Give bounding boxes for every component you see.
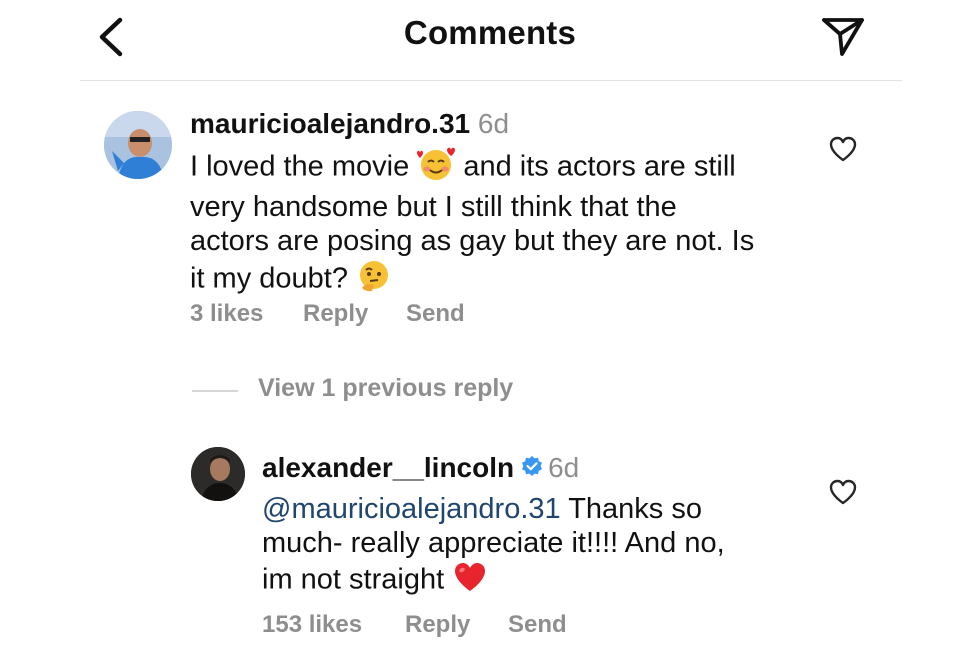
view-previous-reply-button[interactable]: View 1 previous reply <box>258 374 513 403</box>
red-heart-icon <box>452 560 488 602</box>
comment-line: im not straight <box>262 563 445 596</box>
avatar-photo <box>104 111 172 179</box>
view-replies-line <box>192 390 238 392</box>
comment-line: Thanks so <box>560 493 702 525</box>
comment-line: it my doubt? <box>190 262 348 295</box>
like-button[interactable] <box>828 478 858 506</box>
send-button[interactable]: Send <box>406 300 465 328</box>
header-divider <box>80 80 902 81</box>
like-count[interactable]: 153 likes <box>262 611 362 639</box>
smiling-face-with-hearts-icon <box>417 146 456 190</box>
comment-line: much- really appreciate it!!!! And no, <box>262 527 725 559</box>
direct-send-button[interactable] <box>818 12 868 60</box>
header: Comments <box>0 0 980 80</box>
send-button[interactable]: Send <box>508 611 567 639</box>
verified-badge-icon <box>520 454 544 486</box>
thinking-face-icon <box>356 258 392 302</box>
reply-text: @mauricioalejandro.31 Thanks so much- re… <box>262 492 725 602</box>
avatar-photo <box>191 447 245 501</box>
comment-line: very handsome but I still think that the <box>190 191 677 223</box>
avatar[interactable] <box>191 447 245 501</box>
reply-button[interactable]: Reply <box>303 300 368 328</box>
comment-text: I loved the movie and its actors are sti… <box>190 146 754 302</box>
comment-header: mauricioalejandro.31 6d <box>190 108 509 140</box>
comment-header: alexander__lincoln 6d <box>262 452 579 486</box>
comment-line: I loved the movie <box>190 150 410 183</box>
avatar[interactable] <box>104 111 172 179</box>
mention-link[interactable]: @mauricioalejandro.31 <box>262 493 561 525</box>
heart-outline-icon <box>829 479 857 505</box>
like-count[interactable]: 3 likes <box>190 300 263 328</box>
username[interactable]: mauricioalejandro.31 <box>190 108 470 139</box>
timestamp: 6d <box>548 452 580 483</box>
reply-button[interactable]: Reply <box>405 611 470 639</box>
comment-line: and its actors are still <box>463 150 736 183</box>
paper-plane-icon <box>822 18 864 56</box>
timestamp: 6d <box>477 108 510 139</box>
like-button[interactable] <box>828 135 858 163</box>
username[interactable]: alexander__lincoln <box>262 452 514 483</box>
comment-line: actors are posing as gay but they are no… <box>190 225 755 257</box>
heart-outline-icon <box>829 136 857 162</box>
